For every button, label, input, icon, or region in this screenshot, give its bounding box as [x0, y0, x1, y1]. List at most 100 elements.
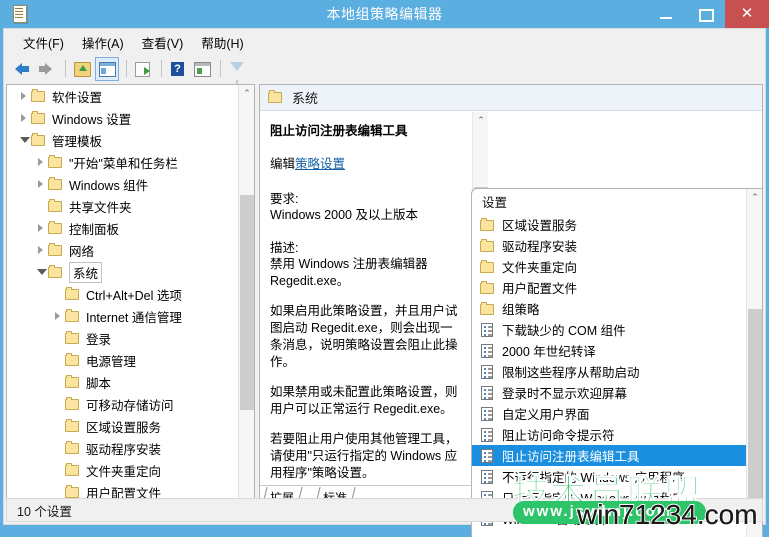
tree-node[interactable]: 网络 [7, 239, 239, 261]
up-folder-button[interactable] [71, 58, 93, 80]
list-item[interactable]: 驱动程序安装 [472, 235, 746, 256]
detail-scroll-up-icon[interactable]: ⌃ [473, 112, 489, 128]
tree-node[interactable]: Windows 组件 [7, 173, 239, 195]
tree-vertical-scrollbar[interactable]: ⌃ ⌄ [238, 85, 254, 509]
list-item-selected[interactable]: 阻止访问注册表编辑工具 [472, 445, 746, 466]
toolbar: ? [4, 55, 765, 85]
description-label: 描述: [270, 241, 299, 255]
menu-view[interactable]: 查看(V) [133, 30, 193, 55]
up-folder-icon [74, 61, 91, 77]
status-bar: 10 个设置 [6, 498, 763, 522]
show-pane-button[interactable] [191, 58, 213, 80]
settings-list[interactable]: 区域设置服务驱动程序安装文件夹重定向 用户配置文件 组策略下载缺少的 COM 组件 2… [472, 214, 746, 537]
list-item[interactable]: 登录时不显示欢迎屏幕 [472, 382, 746, 403]
close-button[interactable]: ✕ [725, 0, 769, 28]
edit-policy-link[interactable]: 策略设置 [295, 157, 345, 171]
export-list-button[interactable] [132, 58, 154, 80]
tree-scroll-thumb[interactable] [240, 195, 254, 410]
help-button[interactable]: ? [167, 58, 189, 80]
list-item[interactable]: 限制这些程序从帮助启动 [472, 361, 746, 382]
chevron-right-icon[interactable] [51, 305, 65, 327]
menu-action[interactable]: 操作(A) [73, 30, 133, 55]
list-item-label: 驱动程序安装 [502, 240, 578, 254]
forward-button[interactable] [36, 58, 58, 80]
list-scroll-down-icon[interactable]: ⌄ [747, 531, 762, 537]
chevron-down-icon[interactable] [34, 261, 48, 283]
tree-node[interactable]: 控制面板 [7, 217, 239, 239]
console-tree[interactable]: 软件设置 Windows 设置 管理模板 "开始"菜单和任务栏 Windows 组件共享… [7, 85, 239, 509]
tree-node-label: 网络 [69, 244, 95, 259]
tree-node[interactable]: 可移动存储访问 [7, 393, 239, 415]
tree-node-label: 脚本 [86, 376, 112, 391]
chevron-right-icon[interactable] [34, 239, 48, 261]
list-item-label: 自定义用户界面 [502, 408, 590, 422]
tree-node[interactable]: "开始"菜单和任务栏 [7, 151, 239, 173]
tree-node-label: 控制面板 [69, 222, 120, 237]
folder-icon [480, 238, 497, 253]
tree-node-label: 可移动存储访问 [86, 398, 174, 413]
tree-node-label: Internet 通信管理 [86, 310, 182, 325]
list-scroll-thumb[interactable] [748, 309, 762, 509]
help-icon: ? [171, 61, 184, 76]
tree-node[interactable]: Internet 通信管理 [7, 305, 239, 327]
tree-node-label: 共享文件夹 [69, 200, 132, 215]
chevron-right-icon[interactable] [17, 85, 31, 107]
list-item[interactable]: 不运行指定的 Windows 应用程序 [472, 466, 746, 487]
close-icon: ✕ [740, 5, 754, 22]
chevron-right-icon[interactable] [34, 217, 48, 239]
tree-node[interactable]: 共享文件夹 [7, 195, 239, 217]
list-item-label: 阻止访问注册表编辑工具 [502, 450, 640, 464]
policy-title: 阻止访问注册表编辑工具 [270, 124, 408, 138]
detail-body: 阻止访问注册表编辑工具 编辑策略设置 要求: Windows 2000 及以上版… [260, 112, 472, 484]
tree-node[interactable]: 脚本 [7, 371, 239, 393]
toolbar-separator [161, 60, 162, 77]
tree-node[interactable]: 驱动程序安装 [7, 437, 239, 459]
list-scroll-up-icon[interactable]: ⌃ [747, 189, 762, 205]
tree-node[interactable]: 文件夹重定向 [7, 459, 239, 481]
panes-container: 软件设置 Windows 设置 管理模板 "开始"菜单和任务栏 Windows 组件共享… [6, 84, 763, 537]
back-button[interactable] [12, 58, 34, 80]
list-item[interactable]: 阻止访问命令提示符 [472, 424, 746, 445]
list-item[interactable]: 下载缺少的 COM 组件 [472, 319, 746, 340]
list-item[interactable]: 自定义用户界面 [472, 403, 746, 424]
show-pane-icon [194, 61, 211, 77]
list-item-label: 下载缺少的 COM 组件 [502, 324, 626, 338]
chevron-down-icon[interactable] [17, 129, 31, 151]
list-item-label: 登录时不显示欢迎屏幕 [502, 387, 628, 401]
settings-list-pane: 设置 区域设置服务 驱动程序安装 文件夹重定向 用户配置文件 组策略 下载缺少的 COM … [471, 188, 763, 537]
list-item[interactable]: 用户配置文件 [472, 277, 746, 298]
toolbar-separator [126, 60, 127, 77]
requirement-value: Windows 2000 及以上版本 [270, 208, 418, 222]
tree-node[interactable]: 系统 [7, 261, 239, 283]
chevron-right-icon[interactable] [17, 107, 31, 129]
tree-node[interactable]: 区域设置服务 [7, 415, 239, 437]
list-item[interactable]: 文件夹重定向 [472, 256, 746, 277]
list-item[interactable]: 2000 年世纪转译 [472, 340, 746, 361]
list-item-label: 阻止访问命令提示符 [502, 429, 615, 443]
filter-button[interactable] [226, 58, 248, 85]
tree-scroll-up-icon[interactable]: ⌃ [239, 85, 254, 101]
minimize-button[interactable] [647, 0, 686, 28]
chevron-right-icon[interactable] [34, 173, 48, 195]
tree-node[interactable]: 电源管理 [7, 349, 239, 371]
chevron-right-icon[interactable] [34, 151, 48, 173]
list-item[interactable]: 组策略 [472, 298, 746, 319]
folder-icon [48, 242, 64, 257]
maximize-button[interactable] [686, 0, 725, 28]
tree-node[interactable]: 软件设置 [7, 85, 239, 107]
tree-node[interactable]: 管理模板 [7, 129, 239, 151]
list-vertical-scrollbar[interactable]: ⌃ ⌄ [746, 189, 762, 537]
tree-node[interactable]: Windows 设置 [7, 107, 239, 129]
menu-help[interactable]: 帮助(H) [192, 30, 252, 55]
show-hide-tree-button[interactable] [95, 56, 119, 81]
list-item[interactable]: 区域设置服务 [472, 214, 746, 235]
description-paragraph: 若要阻止用户使用其他管理工具，请使用"只运行指定的 Windows 应用程序"策… [270, 432, 458, 480]
tree-node[interactable]: 登录 [7, 327, 239, 349]
description-paragraph: 禁用 Windows 注册表编辑器 Regedit.exe。 [270, 257, 428, 288]
tree-node[interactable]: Ctrl+Alt+Del 选项 [7, 283, 239, 305]
show-hide-tree-icon [99, 61, 116, 77]
menu-file[interactable]: 文件(F) [14, 30, 73, 55]
policy-icon [480, 469, 497, 484]
